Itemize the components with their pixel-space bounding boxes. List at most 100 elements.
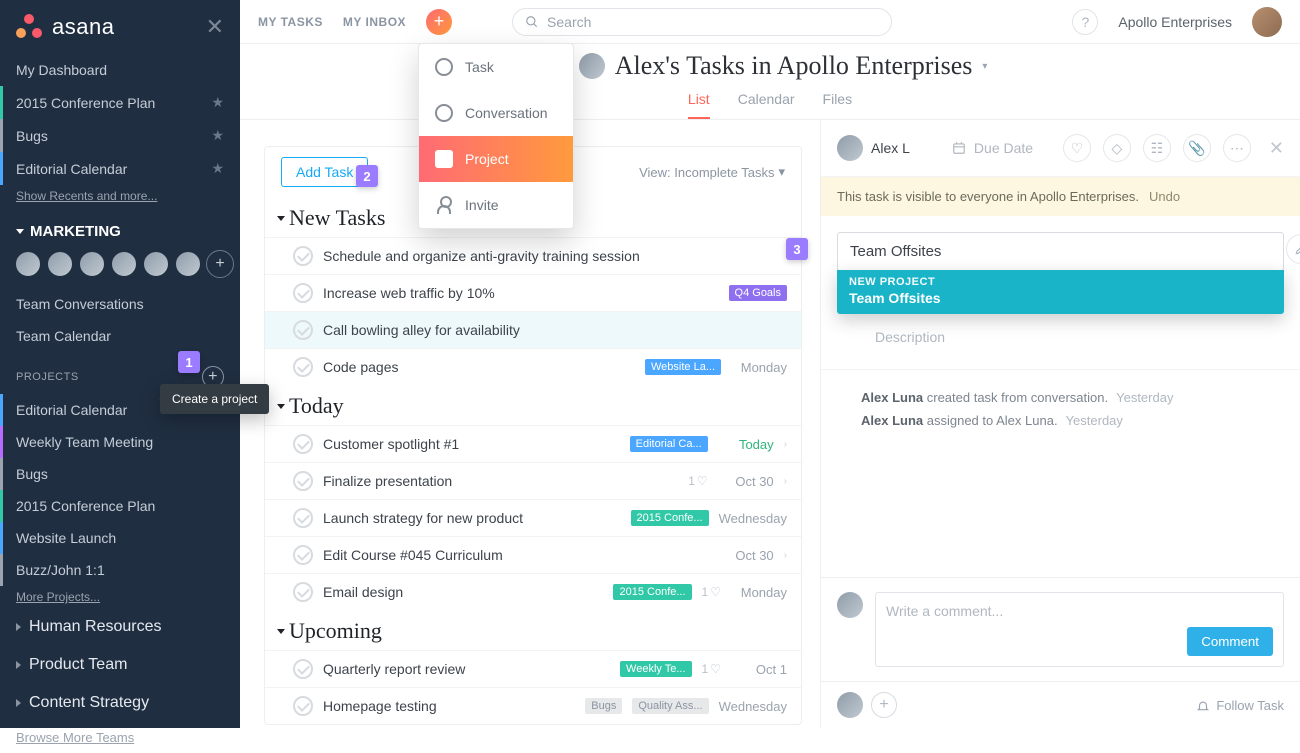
tags-button[interactable]: ◇ — [1103, 134, 1131, 162]
sidebar-recent-item[interactable]: 2015 Conference Plan★ — [0, 86, 240, 119]
sidebar-dashboard[interactable]: My Dashboard — [0, 54, 240, 86]
assignee-field[interactable]: Alex L — [837, 135, 910, 161]
complete-checkbox[interactable] — [293, 582, 313, 602]
like-count[interactable]: 1♡ — [702, 585, 721, 599]
submit-comment-button[interactable]: Comment — [1187, 627, 1273, 656]
add-follower-button[interactable]: + — [871, 692, 897, 718]
complete-checkbox[interactable] — [293, 545, 313, 565]
avatar[interactable] — [110, 250, 138, 278]
title-dropdown-icon[interactable]: ▾ — [982, 61, 987, 72]
complete-checkbox[interactable] — [293, 283, 313, 303]
project-tag[interactable]: Q4 Goals — [729, 285, 787, 301]
task-row[interactable]: Call bowling alley for availability — [265, 311, 801, 348]
avatar[interactable] — [14, 250, 42, 278]
description-placeholder[interactable]: Description — [821, 321, 1300, 370]
star-icon[interactable]: ★ — [211, 160, 224, 177]
attach-button[interactable]: 📎 — [1183, 134, 1211, 162]
task-row[interactable]: Finalize presentation 1♡ Oct 30 › — [265, 462, 801, 499]
view-selector[interactable]: View: Incomplete Tasks▾ — [639, 164, 785, 180]
sidebar-project-item[interactable]: Buzz/John 1:1 — [0, 554, 240, 586]
project-tag[interactable]: 2015 Confe... — [613, 584, 691, 600]
section-upcoming[interactable]: Upcoming — [265, 610, 801, 650]
more-projects-link[interactable]: More Projects... — [0, 586, 240, 608]
project-tag[interactable]: Website La... — [645, 359, 721, 375]
sidebar-project-item[interactable]: Bugs — [0, 458, 240, 490]
project-tag[interactable]: 2015 Confe... — [631, 510, 709, 526]
project-tag[interactable]: Weekly Te... — [620, 661, 692, 677]
complete-checkbox[interactable] — [293, 320, 313, 340]
section-today[interactable]: Today — [265, 385, 801, 425]
nav-my-tasks[interactable]: MY TASKS — [258, 15, 323, 29]
edit-icon[interactable] — [1286, 234, 1300, 264]
star-icon[interactable]: ★ — [211, 94, 224, 111]
like-button[interactable]: ♡ — [1063, 134, 1091, 162]
owner-avatar[interactable] — [579, 53, 605, 79]
like-count[interactable]: 1♡ — [688, 474, 707, 488]
page-header: ☆ Alex's Tasks in Apollo Enterprises ▾ L… — [240, 44, 1300, 120]
subtasks-button[interactable]: ☷ — [1143, 134, 1171, 162]
add-menu-project[interactable]: Project — [419, 136, 573, 182]
task-row[interactable]: Code pages Website La... Monday — [265, 348, 801, 385]
nav-my-inbox[interactable]: MY INBOX — [343, 15, 406, 29]
sidebar-project-item[interactable]: 2015 Conference Plan — [0, 490, 240, 522]
like-count[interactable]: 1♡ — [702, 662, 721, 676]
dropdown-option[interactable]: Team Offsites — [849, 290, 1272, 306]
team-link-content[interactable]: Content Strategy — [0, 684, 240, 722]
global-add-button[interactable]: + — [426, 9, 452, 35]
team-link-hr[interactable]: Human Resources — [0, 608, 240, 646]
avatar[interactable] — [78, 250, 106, 278]
more-actions-button[interactable]: ⋯ — [1223, 134, 1251, 162]
add-member-button[interactable]: + — [206, 250, 234, 278]
task-row[interactable]: Email design 2015 Confe... 1♡ Monday — [265, 573, 801, 610]
follower-avatar[interactable] — [837, 692, 863, 718]
global-search[interactable]: Search — [512, 8, 892, 36]
team-conversations-link[interactable]: Team Conversations — [0, 288, 240, 320]
sidebar-recent-item[interactable]: Editorial Calendar★ — [0, 152, 240, 185]
comment-input[interactable]: Write a comment... Comment — [875, 592, 1284, 667]
complete-checkbox[interactable] — [293, 696, 313, 716]
sidebar-recent-item[interactable]: Bugs★ — [0, 119, 240, 152]
team-calendar-link[interactable]: Team Calendar — [0, 320, 240, 352]
undo-visibility-link[interactable]: Undo — [1149, 189, 1180, 204]
project-tag[interactable]: Bugs — [585, 698, 622, 714]
complete-checkbox[interactable] — [293, 659, 313, 679]
close-panel-icon[interactable]: ✕ — [1269, 138, 1284, 159]
star-icon[interactable]: ★ — [211, 127, 224, 144]
complete-checkbox[interactable] — [293, 508, 313, 528]
team-link-product[interactable]: Product Team — [0, 646, 240, 684]
add-menu-task[interactable]: Task — [419, 44, 573, 90]
due-date-field[interactable]: Due Date — [952, 140, 1033, 156]
task-row[interactable]: Edit Course #045 Curriculum Oct 30 › — [265, 536, 801, 573]
current-user-avatar[interactable] — [1252, 7, 1282, 37]
tab-calendar[interactable]: Calendar — [738, 91, 795, 119]
tab-list[interactable]: List — [688, 91, 710, 119]
help-button[interactable]: ? — [1072, 9, 1098, 35]
follow-task-link[interactable]: Follow Task — [1196, 698, 1284, 713]
task-row[interactable]: Quarterly report review Weekly Te... 1♡ … — [265, 650, 801, 687]
team-header-marketing[interactable]: MARKETING — [0, 207, 240, 250]
add-menu-conversation[interactable]: Conversation — [419, 90, 573, 136]
task-row[interactable]: Launch strategy for new product 2015 Con… — [265, 499, 801, 536]
task-row[interactable]: Customer spotlight #1 Editorial Ca... To… — [265, 425, 801, 462]
project-tag[interactable]: Editorial Ca... — [630, 436, 708, 452]
project-input[interactable] — [837, 232, 1284, 271]
show-recents-link[interactable]: Show Recents and more... — [0, 185, 240, 207]
browse-teams-link[interactable]: Browse More Teams — [0, 722, 240, 753]
sidebar-project-item[interactable]: Weekly Team Meeting — [0, 426, 240, 458]
sidebar-project-item[interactable]: Website Launch — [0, 522, 240, 554]
avatar[interactable] — [142, 250, 170, 278]
complete-checkbox[interactable] — [293, 471, 313, 491]
complete-checkbox[interactable] — [293, 357, 313, 377]
task-row[interactable]: Schedule and organize anti-gravity train… — [265, 237, 801, 274]
project-tag[interactable]: Quality Ass... — [632, 698, 708, 714]
task-row[interactable]: Homepage testing Bugs Quality Ass... Wed… — [265, 687, 801, 724]
workspace-switch[interactable]: Apollo Enterprises — [1118, 14, 1232, 30]
avatar[interactable] — [46, 250, 74, 278]
avatar[interactable] — [174, 250, 202, 278]
task-row[interactable]: Increase web traffic by 10% Q4 Goals — [265, 274, 801, 311]
complete-checkbox[interactable] — [293, 246, 313, 266]
tab-files[interactable]: Files — [823, 91, 853, 119]
add-menu-invite[interactable]: Invite — [419, 182, 573, 228]
complete-checkbox[interactable] — [293, 434, 313, 454]
collapse-sidebar-icon[interactable]: ✕ — [206, 14, 224, 40]
